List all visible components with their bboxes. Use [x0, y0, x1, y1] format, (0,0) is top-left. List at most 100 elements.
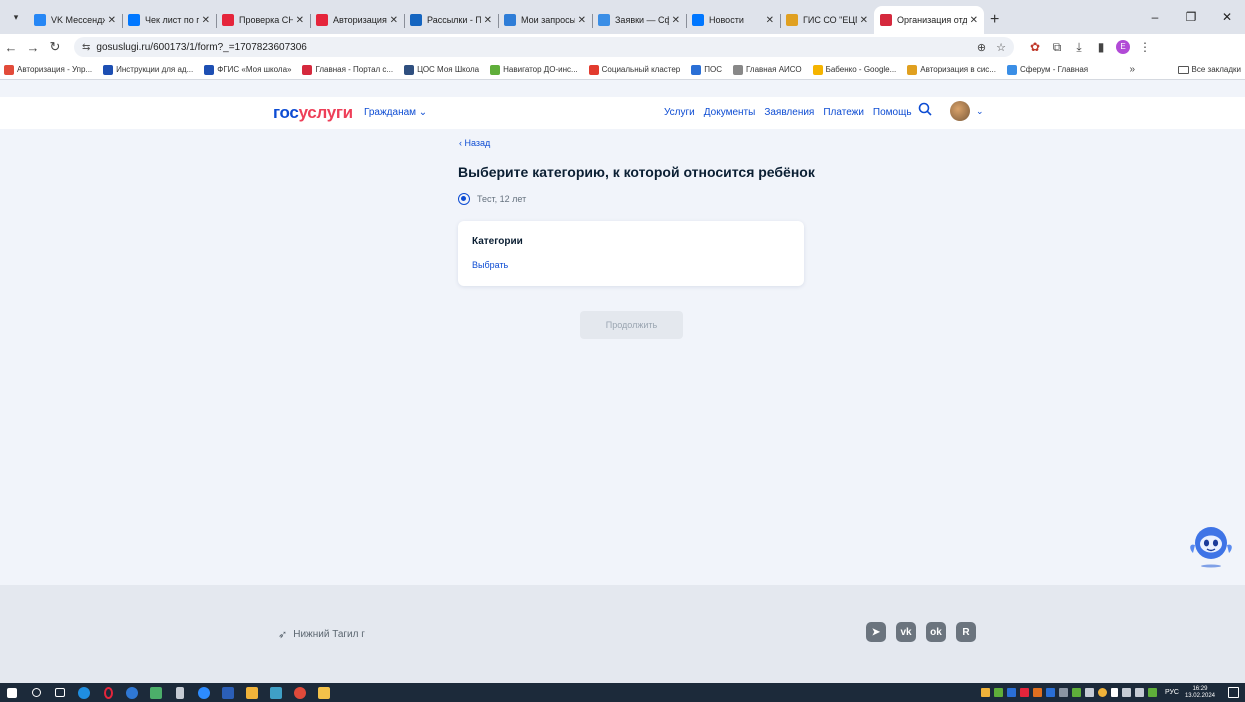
- browser-tab[interactable]: Авторизация по✕: [310, 6, 404, 34]
- app-icon-orange[interactable]: [240, 683, 264, 702]
- tray-app-icon[interactable]: [1032, 688, 1042, 697]
- app-icon-green[interactable]: [144, 683, 168, 702]
- notifications-icon[interactable]: [1228, 687, 1239, 698]
- bookmark-item[interactable]: Инструкции для ад...: [103, 64, 193, 75]
- robot-assistant-icon[interactable]: [1187, 523, 1235, 569]
- tray-app-icon[interactable]: [1097, 688, 1107, 697]
- odnoklassniki-icon[interactable]: ok: [926, 622, 946, 642]
- skype-icon[interactable]: [72, 683, 96, 702]
- browser-tab[interactable]: Заявки — Сферу✕: [592, 6, 686, 34]
- bookmark-item[interactable]: ЦОС Моя Школа: [404, 64, 479, 75]
- citizens-dropdown[interactable]: Гражданам ⌄: [364, 107, 427, 118]
- extensions-puzzle-icon[interactable]: ⧉: [1046, 40, 1068, 55]
- tab-close-icon[interactable]: ✕: [390, 15, 398, 26]
- nav-applications[interactable]: Заявления: [764, 107, 814, 118]
- tab-close-icon[interactable]: ✕: [970, 15, 978, 26]
- search-taskbar-icon[interactable]: [24, 683, 48, 702]
- bookmark-item[interactable]: Социальный кластер: [588, 64, 680, 75]
- bookmark-item[interactable]: ФГИС «Моя школа»: [204, 64, 291, 75]
- profile-avatar[interactable]: Е: [1116, 40, 1130, 54]
- browser-tab[interactable]: Организация отд ✕: [874, 6, 984, 34]
- tray-app-icon[interactable]: [1058, 688, 1068, 697]
- browser-tab[interactable]: Проверка СНИЛ✕: [216, 6, 310, 34]
- new-tab-button[interactable]: +: [990, 11, 999, 29]
- nav-help[interactable]: Помощь: [873, 107, 912, 118]
- browser-tab[interactable]: VK Мессенджер✕: [28, 6, 122, 34]
- nav-services[interactable]: Услуги: [664, 107, 695, 118]
- nav-payments[interactable]: Платежи: [823, 107, 864, 118]
- network-icon[interactable]: [1121, 688, 1131, 697]
- site-info-icon[interactable]: ⇆: [82, 42, 90, 53]
- bookmarks-overflow-button[interactable]: »: [1129, 64, 1135, 75]
- tab-close-icon[interactable]: ✕: [766, 15, 774, 26]
- telegram-icon[interactable]: ➤: [866, 622, 886, 642]
- app-icon-teal[interactable]: [264, 683, 288, 702]
- vk-icon[interactable]: vk: [896, 622, 916, 642]
- tray-app-icon[interactable]: [1006, 688, 1016, 697]
- city-selector[interactable]: ➶ Нижний Тагил г: [278, 628, 365, 641]
- start-icon[interactable]: [0, 683, 24, 702]
- extension-icon[interactable]: ✿: [1024, 40, 1046, 54]
- tab-close-icon[interactable]: ✕: [296, 15, 304, 26]
- tab-close-icon[interactable]: ✕: [484, 15, 492, 26]
- tray-app-icon[interactable]: [1084, 688, 1094, 697]
- browser-tab[interactable]: Мои запросы - Т✕: [498, 6, 592, 34]
- bookmark-item[interactable]: Бабенко - Google...: [812, 64, 896, 75]
- side-panel-icon[interactable]: ▮: [1090, 40, 1112, 54]
- back-link[interactable]: ‹ Назад: [459, 138, 490, 148]
- opera-icon[interactable]: [96, 683, 120, 702]
- download-icon[interactable]: ⤓: [1068, 40, 1090, 55]
- browser-tab[interactable]: Чек лист по перс✕: [122, 6, 216, 34]
- browser-tab[interactable]: ГИС СО "ЕЦП"✕: [780, 6, 874, 34]
- tab-close-icon[interactable]: ✕: [202, 15, 210, 26]
- edge-icon[interactable]: [120, 683, 144, 702]
- chevron-down-icon[interactable]: ⌄: [976, 106, 984, 117]
- chrome-icon[interactable]: [288, 683, 312, 702]
- restore-button[interactable]: ❐: [1173, 10, 1209, 24]
- bookmark-item[interactable]: Главная - Портал с...: [302, 64, 393, 75]
- forward-arrow-icon[interactable]: →: [22, 40, 44, 55]
- explorer-icon[interactable]: [312, 683, 336, 702]
- tray-app-icon[interactable]: [1071, 688, 1081, 697]
- tray-app-icon[interactable]: [1045, 688, 1055, 697]
- zoom-icon[interactable]: ⊕: [977, 41, 986, 54]
- search-icon[interactable]: [918, 102, 932, 116]
- tab-close-icon[interactable]: ✕: [672, 15, 680, 26]
- minimize-button[interactable]: –: [1137, 10, 1173, 24]
- bookmark-item[interactable]: Сферум - Главная: [1006, 64, 1088, 75]
- tab-close-icon[interactable]: ✕: [108, 15, 116, 26]
- tray-app-icon[interactable]: [1147, 688, 1157, 697]
- language-indicator[interactable]: РУС: [1165, 689, 1179, 696]
- gosuslugi-logo[interactable]: госуслуги: [273, 103, 353, 123]
- bookmark-item[interactable]: Авторизация в сис...: [907, 64, 996, 75]
- rutube-icon[interactable]: R: [956, 622, 976, 642]
- volume-icon[interactable]: [1134, 688, 1144, 697]
- clock[interactable]: 16:29 13.02.2024: [1185, 686, 1215, 700]
- select-category-link[interactable]: Выбрать: [472, 260, 508, 270]
- tray-app-icon[interactable]: [980, 688, 990, 697]
- tab-close-icon[interactable]: ✕: [578, 15, 586, 26]
- bookmark-item[interactable]: ПОС: [691, 64, 722, 75]
- tray-app-icon[interactable]: [993, 688, 1003, 697]
- close-window-button[interactable]: ✕: [1209, 10, 1245, 24]
- reload-icon[interactable]: ↻: [44, 39, 66, 55]
- tray-chevron-icon[interactable]: [1110, 688, 1118, 697]
- zoom-app-icon[interactable]: [192, 683, 216, 702]
- browser-tab[interactable]: Рассылки - Почт✕: [404, 6, 498, 34]
- task-view-icon[interactable]: [48, 683, 72, 702]
- nav-documents[interactable]: Документы: [704, 107, 756, 118]
- bookmark-item[interactable]: Навигатор ДО-инс...: [490, 64, 578, 75]
- bookmark-item[interactable]: Главная АИСО: [733, 64, 802, 75]
- back-arrow-icon[interactable]: ←: [0, 40, 22, 55]
- word-icon[interactable]: [216, 683, 240, 702]
- tab-close-icon[interactable]: ✕: [860, 15, 868, 26]
- tray-app-icon[interactable]: [1019, 688, 1029, 697]
- browser-menu-icon[interactable]: ⋮: [1134, 40, 1156, 54]
- user-avatar[interactable]: [950, 101, 970, 121]
- all-bookmarks-button[interactable]: Все закладки: [1177, 65, 1241, 74]
- continue-button[interactable]: Продолжить: [580, 311, 683, 339]
- address-bar[interactable]: ⇆ gosuslugi.ru/600173/1/form?_=170782360…: [74, 37, 1014, 57]
- tab-search-button[interactable]: ▾: [6, 7, 26, 27]
- bookmark-item[interactable]: Авторизация - Упр...: [4, 64, 92, 75]
- url-text[interactable]: gosuslugi.ru/600173/1/form?_=17078236073…: [96, 42, 967, 53]
